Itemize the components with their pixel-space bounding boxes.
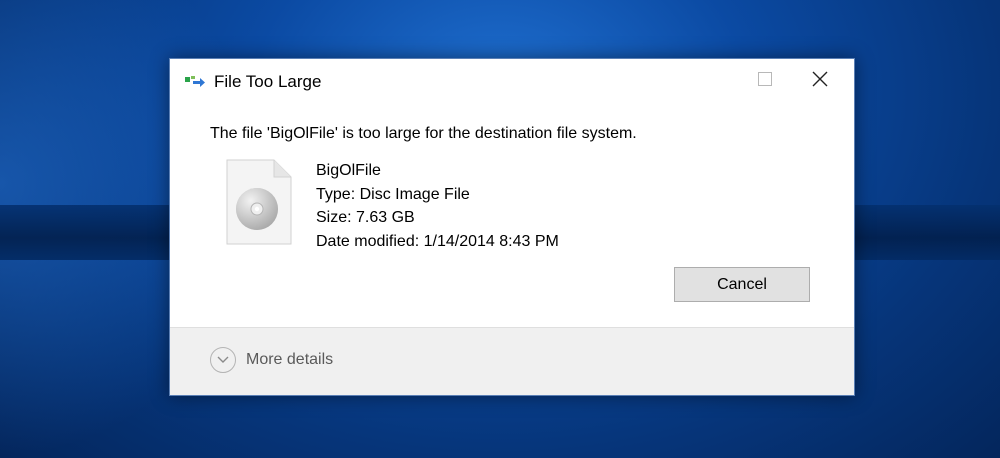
cancel-button[interactable]: Cancel <box>674 267 810 302</box>
file-date-modified: Date modified: 1/14/2014 8:43 PM <box>316 232 559 250</box>
dialog-footer: More details <box>170 327 854 395</box>
file-size: Size: 7.63 GB <box>316 209 415 226</box>
dialog-title: File Too Large <box>214 72 322 91</box>
maximize-button[interactable] <box>742 59 788 103</box>
disc-image-file-icon <box>226 159 292 245</box>
more-details-toggle[interactable]: More details <box>210 347 333 373</box>
close-icon <box>812 71 828 92</box>
minimize-icon <box>713 72 725 90</box>
file-copy-icon <box>184 74 206 88</box>
file-type: Type: Disc Image File <box>316 185 470 203</box>
more-details-label: More details <box>246 351 334 368</box>
error-message: The file 'BigOlFile' is too large for th… <box>210 125 637 142</box>
minimize-button[interactable] <box>696 59 742 103</box>
chevron-down-icon <box>210 347 236 373</box>
title-bar[interactable]: File Too Large <box>170 59 854 103</box>
file-name: BigOlFile <box>316 162 381 179</box>
file-details: BigOlFile Type: Disc Image File Size: 7.… <box>316 159 559 253</box>
maximize-icon <box>758 71 772 91</box>
close-button[interactable] <box>797 59 843 103</box>
file-too-large-dialog: File Too Large The file 'BigOlFile' is t… <box>169 58 855 396</box>
